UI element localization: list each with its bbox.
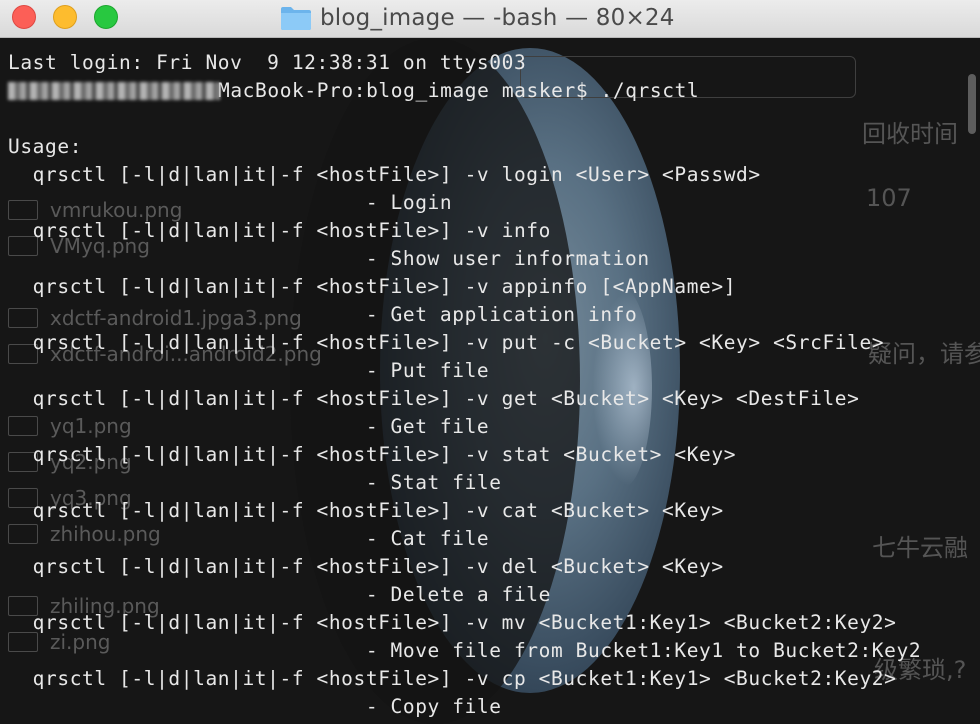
- background-scrollbar: [968, 74, 976, 134]
- terminal-output: Last login: Fri Nov 9 12:38:31 on ttys00…: [8, 49, 968, 721]
- redacted-username: [8, 82, 220, 100]
- command-usage: qrsctl [-l|d|lan|it|-f <hostFile>] -v cp…: [8, 667, 897, 690]
- terminal-content[interactable]: vmrukou.png VMyq.png xdctf-android1.jpga…: [0, 38, 980, 724]
- command-description: - Copy file: [8, 695, 502, 718]
- last-login-line: Last login: Fri Nov 9 12:38:31 on ttys00…: [8, 51, 527, 74]
- minimize-button[interactable]: [53, 5, 77, 29]
- command-usage: qrsctl [-l|d|lan|it|-f <hostFile>] -v de…: [8, 555, 724, 578]
- command-description: - Get file: [8, 415, 490, 438]
- title-bar[interactable]: blog_image — -bash — 80×24: [0, 0, 980, 38]
- command-description: - Login: [8, 191, 453, 214]
- zoom-button[interactable]: [94, 5, 118, 29]
- command-usage: qrsctl [-l|d|lan|it|-f <hostFile>] -v ge…: [8, 387, 860, 410]
- command-usage: qrsctl [-l|d|lan|it|-f <hostFile>] -v ca…: [8, 499, 724, 522]
- close-button[interactable]: [12, 5, 36, 29]
- command-description: - Delete a file: [8, 583, 551, 606]
- usage-heading: Usage:: [8, 135, 83, 158]
- window-title: blog_image — -bash — 80×24: [280, 3, 675, 33]
- command-description: - Get application info: [8, 303, 638, 326]
- terminal-window: blog_image — -bash — 80×24 vmrukou.png V…: [0, 0, 980, 724]
- command-usage: qrsctl [-l|d|lan|it|-f <hostFile>] -v in…: [8, 219, 551, 242]
- command-description: - Show user information: [8, 247, 650, 270]
- command-usage: qrsctl [-l|d|lan|it|-f <hostFile>] -v ap…: [8, 275, 737, 298]
- command-usage: qrsctl [-l|d|lan|it|-f <hostFile>] -v lo…: [8, 163, 761, 186]
- command-description: - Cat file: [8, 527, 490, 550]
- prompt-text: MacBook-Pro:blog_image masker$ ./qrsctl: [218, 79, 700, 102]
- command-description: - Stat file: [8, 471, 502, 494]
- command-usage: qrsctl [-l|d|lan|it|-f <hostFile>] -v pu…: [8, 331, 885, 354]
- window-title-text: blog_image — -bash — 80×24: [320, 5, 675, 31]
- command-usage: qrsctl [-l|d|lan|it|-f <hostFile>] -v mv…: [8, 611, 897, 634]
- command-description: - Put file: [8, 359, 490, 382]
- folder-icon: [281, 7, 311, 30]
- prompt-line: MacBook-Pro:blog_image masker$ ./qrsctl: [8, 77, 968, 105]
- command-description: - Move file from Bucket1:Key1 to Bucket2…: [8, 639, 922, 662]
- command-usage: qrsctl [-l|d|lan|it|-f <hostFile>] -v st…: [8, 443, 737, 466]
